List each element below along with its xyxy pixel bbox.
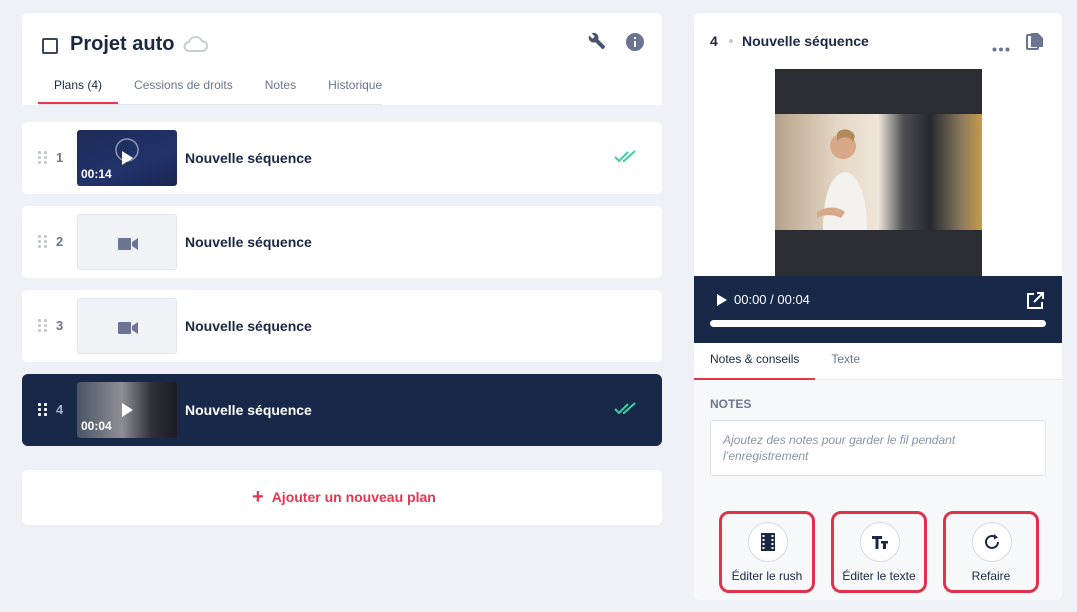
more-icon[interactable] [992, 39, 1010, 57]
wrench-icon[interactable] [588, 32, 606, 55]
plan-duration: 00:04 [81, 419, 112, 433]
tab-notes[interactable]: Notes [249, 77, 312, 105]
cloud-icon [182, 35, 208, 58]
project-title: Projet auto [70, 33, 175, 55]
play-button[interactable] [717, 294, 727, 306]
separator-dot [729, 39, 733, 43]
edit-rush-label: Éditer le rush [731, 569, 803, 583]
tab-historique[interactable]: Historique [312, 77, 398, 105]
external-link-icon[interactable] [1026, 292, 1044, 315]
tabs-divider [38, 104, 382, 105]
notes-input[interactable] [710, 420, 1046, 476]
copy-icon[interactable] [1026, 32, 1044, 55]
redo-button[interactable]: Refaire [943, 511, 1039, 593]
plan-thumbnail[interactable] [77, 214, 177, 270]
plan-row[interactable]: 1 00:14 Nouvelle séquence [22, 122, 662, 194]
tab-texte[interactable]: Texte [815, 343, 876, 380]
plus-icon: + [252, 486, 264, 508]
plan-duration: 00:14 [81, 167, 112, 181]
video-frame [775, 114, 982, 230]
detail-title: Nouvelle séquence [742, 33, 869, 49]
plan-detail-panel: 4 Nouvelle séquence 00:00 / 00:04 Notes … [694, 13, 1062, 600]
drag-handle-icon[interactable] [38, 151, 48, 165]
player-time: 00:00 / 00:04 [734, 292, 810, 307]
progress-bar[interactable] [710, 320, 1046, 327]
plan-title: Nouvelle séquence [185, 318, 312, 334]
text-icon [872, 536, 888, 549]
video-camera-icon [118, 237, 138, 255]
play-icon [122, 151, 133, 165]
redo-icon [985, 534, 999, 549]
person-figure [817, 129, 867, 230]
project-checkbox[interactable] [42, 38, 58, 54]
drag-handle-icon[interactable] [38, 319, 48, 333]
plan-row[interactable]: 3 Nouvelle séquence [22, 290, 662, 362]
plan-thumbnail[interactable]: 00:14 [77, 130, 177, 186]
edit-rush-button[interactable]: Éditer le rush [719, 511, 815, 593]
project-tabs: Plans (4) Cessions de droits Notes Histo… [38, 77, 398, 105]
video-player-controls: 00:00 / 00:04 [694, 276, 1062, 343]
video-preview[interactable] [775, 69, 982, 276]
drag-handle-icon[interactable] [38, 403, 48, 417]
detail-number: 4 [710, 33, 718, 49]
plan-row-selected[interactable]: 4 00:04 Nouvelle séquence [22, 374, 662, 446]
plan-thumbnail[interactable]: 00:04 [77, 382, 177, 438]
add-plan-button[interactable]: + Ajouter un nouveau plan [22, 470, 662, 525]
plan-title: Nouvelle séquence [185, 150, 312, 166]
edit-text-button[interactable]: Éditer le texte [831, 511, 927, 593]
drag-handle-icon[interactable] [38, 235, 48, 249]
detail-tabs: Notes & conseils Texte [694, 343, 1062, 381]
tab-notes-conseils[interactable]: Notes & conseils [694, 343, 816, 381]
plan-title: Nouvelle séquence [185, 402, 312, 418]
plan-number: 1 [56, 150, 64, 165]
play-icon [122, 403, 133, 417]
plan-row[interactable]: 2 Nouvelle séquence [22, 206, 662, 278]
notes-label: NOTES [710, 397, 752, 411]
plan-title: Nouvelle séquence [185, 234, 312, 250]
tab-plans[interactable]: Plans (4) [38, 77, 119, 105]
add-plan-label: Ajouter un nouveau plan [271, 489, 436, 505]
plan-number: 4 [56, 402, 64, 417]
notes-section: NOTES Éditer le rush Éditer le texte Ref… [694, 380, 1062, 600]
double-check-icon [614, 150, 638, 169]
tab-cessions[interactable]: Cessions de droits [118, 77, 249, 105]
plan-thumbnail[interactable] [77, 298, 177, 354]
video-camera-icon [118, 321, 138, 339]
plan-number: 2 [56, 234, 64, 249]
redo-label: Refaire [971, 569, 1011, 583]
project-header: Projet auto Plans (4) Cessions de droits… [22, 13, 662, 105]
plan-number: 3 [56, 318, 64, 333]
double-check-icon [614, 402, 638, 421]
edit-text-label: Éditer le texte [842, 569, 916, 583]
info-icon[interactable] [625, 32, 645, 57]
film-icon [761, 533, 775, 551]
